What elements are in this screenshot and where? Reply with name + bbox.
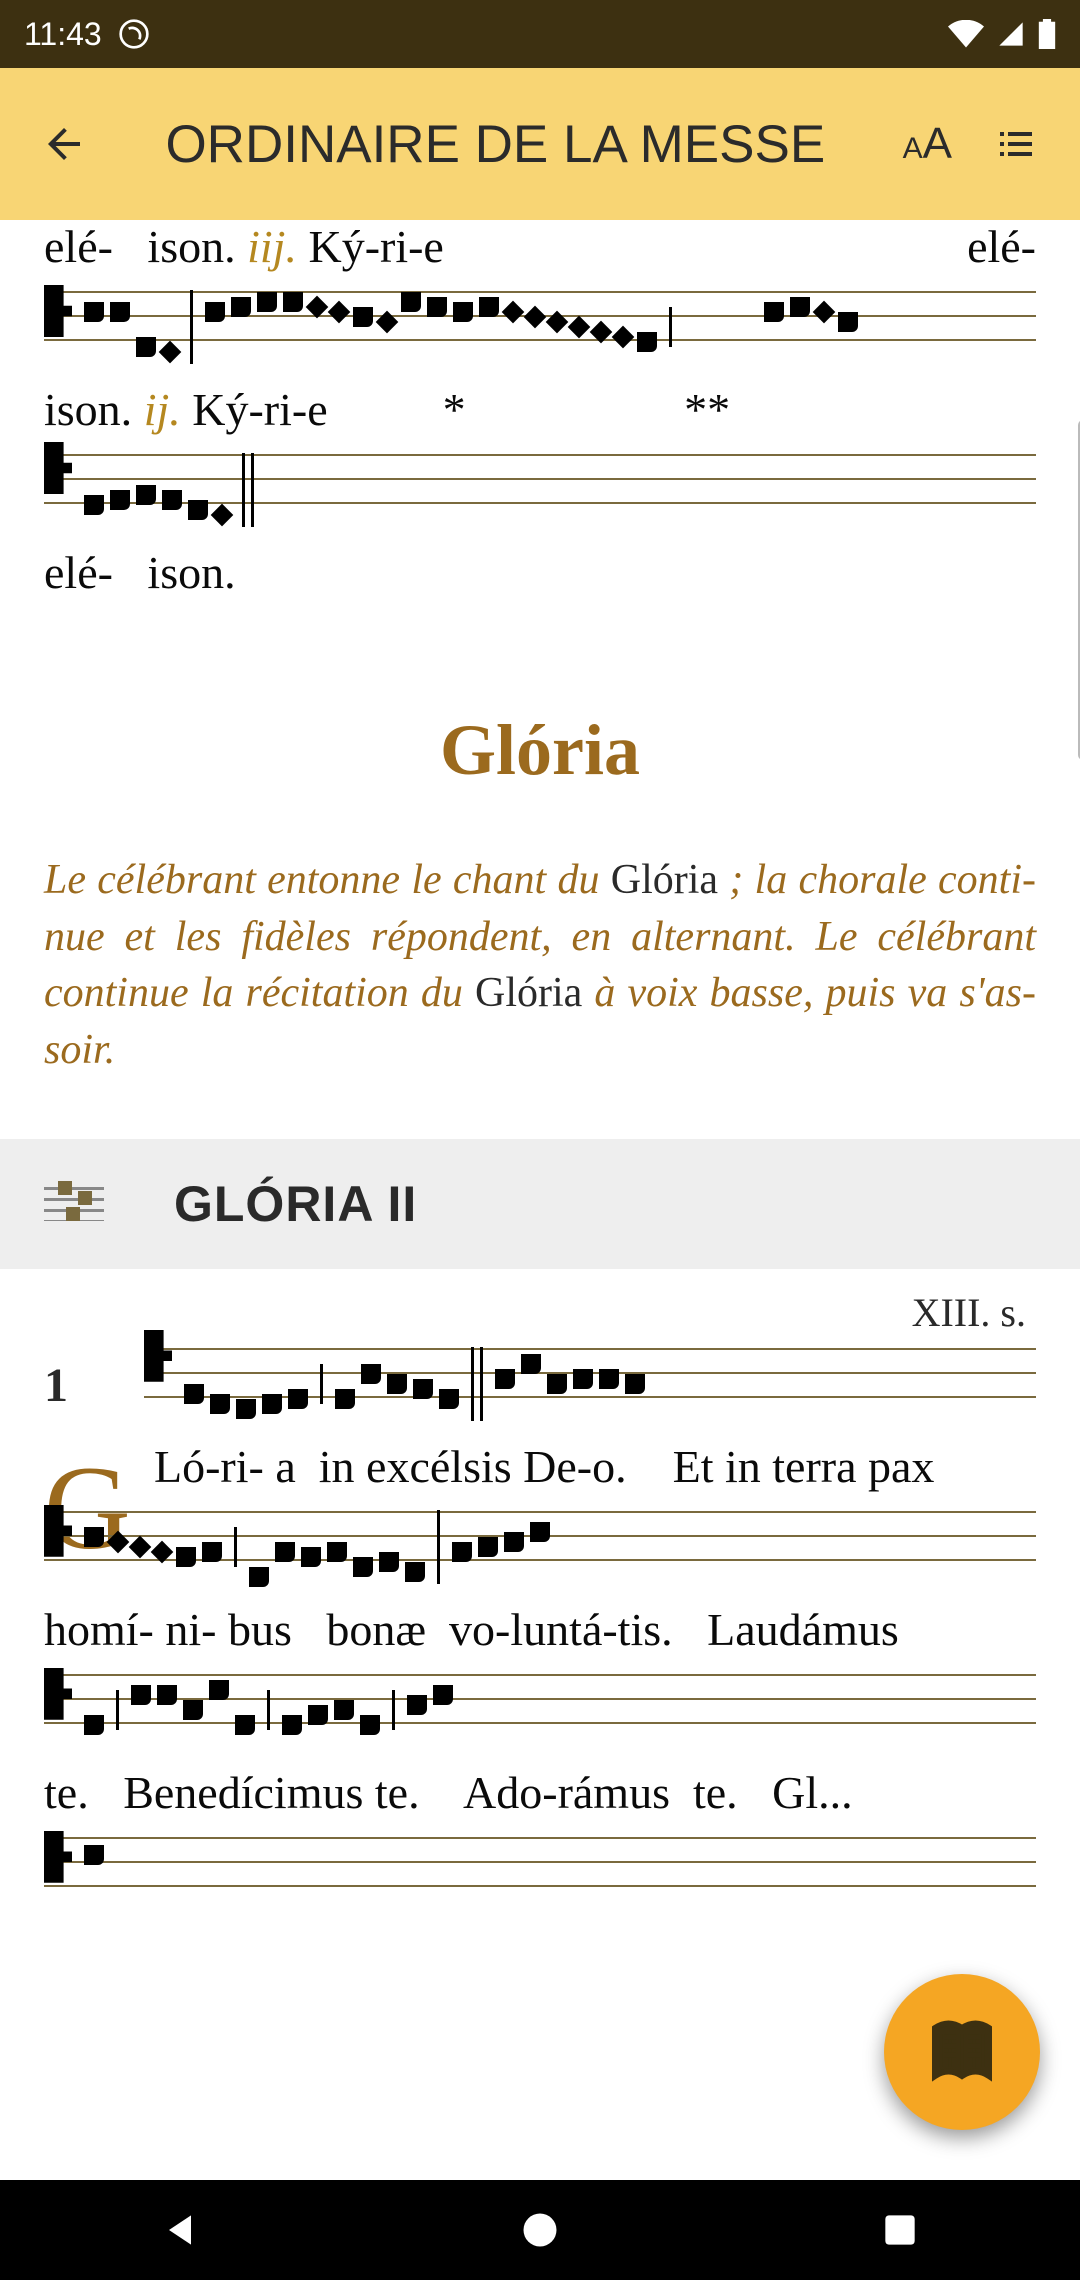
gloria-section-title: Glória <box>44 709 1036 792</box>
status-bar: 11:43 <box>0 0 1080 68</box>
gloria-body: 1 G Ló-ri- a in excélsis De-o. Et in ter… <box>44 1336 1036 1875</box>
kyrie-line-2: ison. ij. Ký-ri-e * ** <box>44 383 1036 538</box>
chant-score-icon <box>44 1179 104 1229</box>
status-right <box>948 19 1056 49</box>
gloria-lyric-3: te. Benedícimus te. Ado-rámus te. Gl... <box>44 1766 1036 1819</box>
clef-icon <box>44 1668 72 1720</box>
mode-number: 1 <box>44 1336 68 1436</box>
nav-recent-icon[interactable] <box>878 2208 922 2252</box>
signal-icon <box>996 20 1026 48</box>
nav-home-icon[interactable] <box>518 2208 562 2252</box>
toc-icon[interactable] <box>992 120 1040 168</box>
kyrie-line-1: elé- ison. iij. Ký-ri-eelé- <box>44 220 1036 375</box>
clef-icon <box>44 285 72 337</box>
android-nav-bar <box>0 2180 1080 2280</box>
gloria-lyric-2: homí- ni- bus bonæ vo-luntá-tis. Laudámu… <box>44 1603 1036 1656</box>
nav-back-icon[interactable] <box>158 2208 202 2252</box>
clock: 11:43 <box>24 16 102 53</box>
reader-fab[interactable] <box>884 1974 1040 2130</box>
kyrie-lyric-2: ison. ij. Ký-ri-e * ** <box>44 383 1036 436</box>
staff <box>44 1825 1036 1875</box>
staff <box>44 442 1036 538</box>
gloria-chant-title: GLÓRIA II <box>174 1175 417 1233</box>
text-size-button[interactable]: AA <box>903 119 952 169</box>
kyrie-lyric-1: elé- ison. iij. Ký-ri-eelé- <box>44 220 1036 273</box>
staff <box>144 1336 1036 1432</box>
clef-icon <box>144 1330 172 1382</box>
gloria-rubric: Le célébrant entonne le chant du Glória … <box>44 852 1036 1079</box>
gloria-chant-header[interactable]: GLÓRIA II <box>0 1139 1080 1269</box>
staff <box>44 1499 1036 1595</box>
status-left: 11:43 <box>24 16 150 53</box>
book-icon <box>926 2016 998 2088</box>
staff <box>44 1662 1036 1758</box>
back-arrow-icon[interactable] <box>40 120 88 168</box>
content-scroll[interactable]: elé- ison. iij. Ký-ri-eelé- <box>0 220 1080 2180</box>
wifi-icon <box>948 20 984 48</box>
century-label: XIII. s. <box>44 1289 1036 1336</box>
page-title: ORDINAIRE DE LA MESSE <box>128 114 863 175</box>
battery-icon <box>1038 19 1056 49</box>
staff <box>44 279 1036 375</box>
app-bar: ORDINAIRE DE LA MESSE AA <box>0 68 1080 220</box>
clef-icon <box>44 1831 72 1883</box>
clef-icon <box>44 442 72 494</box>
kyrie-lyric-3: elé- ison. <box>44 546 1036 599</box>
clef-icon <box>44 1505 72 1557</box>
app-running-icon <box>118 18 150 50</box>
gloria-lyric-1: Ló-ri- a in excélsis De-o. Et in terra p… <box>154 1440 1036 1493</box>
